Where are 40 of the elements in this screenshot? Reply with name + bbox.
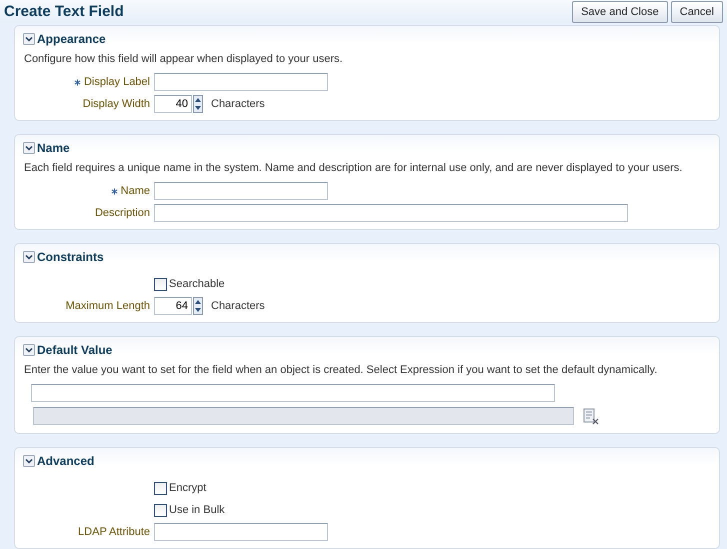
text-field[interactable] [154, 523, 328, 541]
collapse-toggle-icon[interactable] [23, 251, 35, 263]
checkbox-option[interactable]: Searchable [154, 278, 225, 290]
collapse-toggle-icon[interactable] [23, 142, 35, 154]
unit-label: Characters [211, 300, 265, 312]
section-description: Configure how this field will appear when displayed to your users. [24, 52, 344, 67]
field-label: LDAP Attribute [78, 526, 150, 538]
checkbox[interactable] [154, 278, 167, 290]
collapse-toggle-icon[interactable] [23, 33, 35, 45]
section-description: Each field requires a unique name in the system. Name and description are for internal use only, and are never displayed to your users. [24, 161, 684, 176]
text-field[interactable] [154, 204, 628, 222]
section-title: Default Value [37, 343, 112, 357]
page-title: Create Text Field [4, 3, 124, 20]
checkbox[interactable] [154, 482, 167, 494]
default-value-field[interactable] [31, 384, 555, 402]
field-label: Display Label [84, 76, 150, 88]
text-field[interactable] [154, 73, 328, 91]
collapse-toggle-icon[interactable] [23, 455, 35, 467]
spinner-arrows-icon[interactable] [193, 297, 203, 315]
checkbox[interactable] [154, 504, 167, 516]
number-field[interactable]: 40 [154, 95, 192, 113]
collapse-toggle-icon[interactable] [23, 344, 35, 356]
field-label: Display Width [82, 98, 150, 110]
unit-label: Characters [211, 98, 265, 110]
text-field[interactable] [154, 182, 328, 200]
section-title: Advanced [37, 454, 94, 468]
checkbox-option[interactable]: Encrypt [154, 482, 206, 494]
section-title: Appearance [37, 32, 106, 46]
section-title: Constraints [37, 250, 104, 264]
field-label: Description [94, 207, 150, 219]
expression-builder-icon[interactable] [582, 407, 600, 425]
header-button[interactable]: Cancel [670, 0, 723, 22]
field-label: Name [120, 185, 150, 197]
field-label: Maximum Length [66, 300, 150, 312]
section-description: Enter the value you want to set for the field when an object is created. Select Expression if you want to set the default dynamically. [24, 363, 658, 378]
spinner-arrows-icon[interactable] [193, 95, 203, 113]
header-button[interactable]: Save and Close [572, 0, 668, 22]
number-field[interactable]: 64 [154, 297, 192, 315]
section-title: Name [37, 141, 70, 155]
checkbox-option[interactable]: Use in Bulk [154, 504, 225, 516]
